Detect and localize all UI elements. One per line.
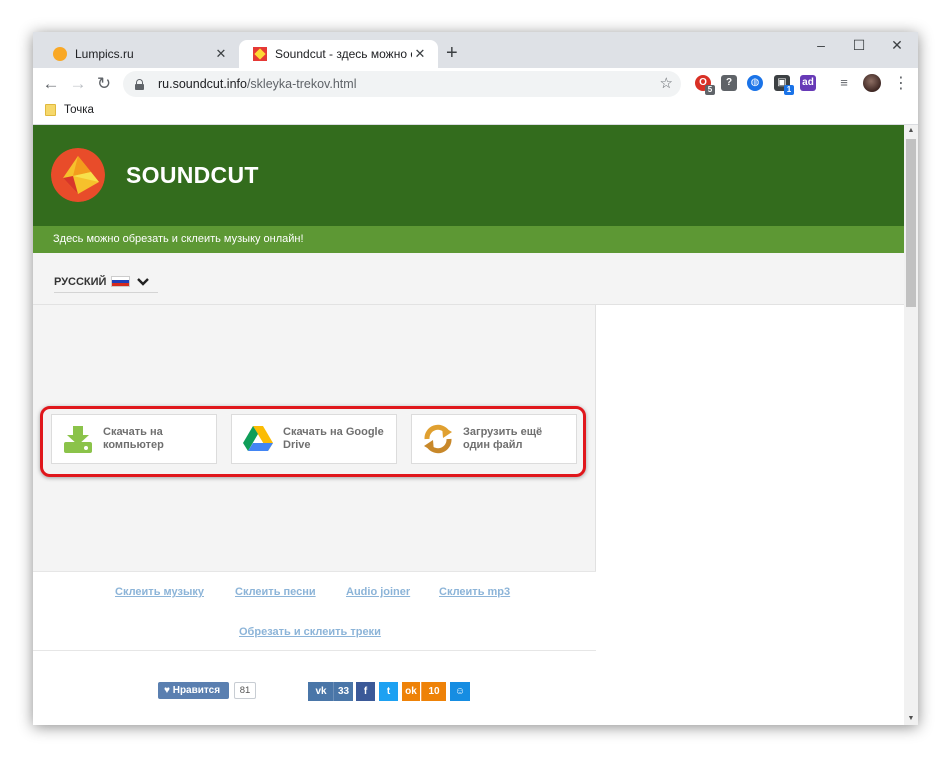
- menu-dots-icon[interactable]: ⋮: [893, 73, 909, 93]
- download-computer-icon: [64, 426, 92, 453]
- facebook-share-icon[interactable]: f: [356, 682, 375, 701]
- avatar[interactable]: [863, 74, 881, 92]
- button-label-line2: компьютер: [103, 439, 164, 451]
- link-audio-joiner[interactable]: Audio joiner: [346, 586, 410, 598]
- browser-window: Lumpics.ru ✕ Soundcut - здесь можно обре…: [33, 32, 918, 725]
- vk-share-icon[interactable]: vk: [308, 682, 334, 701]
- scroll-thumb[interactable]: [906, 139, 916, 307]
- vk-like-button[interactable]: ♥ Нравится: [158, 682, 229, 699]
- minimize-button[interactable]: –: [802, 32, 840, 60]
- related-links: Склеить музыку Склеить песни Audio joine…: [33, 571, 596, 651]
- reload-icon[interactable]: ↻: [93, 73, 115, 95]
- tab-soundcut[interactable]: Soundcut - здесь можно обрезать ✕: [239, 40, 438, 68]
- link-glue-music[interactable]: Склеить музыку: [115, 586, 204, 598]
- social-bar: ♥ Нравится 81 vk 33 f t ok 10 ☺: [33, 651, 596, 725]
- tab-strip: Lumpics.ru ✕ Soundcut - здесь можно обре…: [33, 32, 918, 68]
- site-header: SOUNDCUT: [33, 125, 904, 226]
- chevron-down-icon: [137, 277, 150, 286]
- like-count: 81: [234, 682, 256, 699]
- close-window-button[interactable]: ✕: [878, 32, 916, 60]
- sidebar-area: [596, 305, 904, 725]
- scroll-up-arrow-icon[interactable]: ▲: [904, 125, 918, 137]
- extension-badge: 1: [784, 85, 794, 95]
- google-drive-icon: [243, 426, 273, 451]
- address-bar[interactable]: ru.soundcut.info/skleyka-trekov.html ☆: [123, 71, 681, 97]
- button-label-line2: Drive: [283, 439, 311, 451]
- globe-icon[interactable]: ◍: [747, 75, 763, 91]
- navigation-toolbar: ← → ↻ ru.soundcut.info/skleyka-trekov.ht…: [33, 68, 918, 100]
- site-name[interactable]: SOUNDCUT: [126, 162, 259, 189]
- tab-title: Lumpics.ru: [75, 47, 134, 61]
- lumpics-favicon-icon: [53, 47, 67, 61]
- extension-badge: 5: [705, 85, 715, 95]
- url-path: /skleyka-trekov.html: [246, 77, 357, 91]
- page-scrollbar[interactable]: ▲ ▼: [904, 125, 918, 725]
- lock-icon[interactable]: [135, 78, 144, 90]
- bookmark-label: Точка: [64, 104, 94, 116]
- language-label: РУССКИЙ: [54, 275, 107, 288]
- tab-lumpics[interactable]: Lumpics.ru ✕: [39, 40, 239, 68]
- bookmark-folder[interactable]: Точка: [45, 104, 94, 116]
- button-label-line1: Загрузить ещё: [463, 426, 543, 438]
- language-selector[interactable]: РУССКИЙ: [54, 273, 159, 293]
- bookmarks-bar: Точка: [33, 100, 918, 125]
- tab-title: Soundcut - здесь можно обрезать: [275, 47, 412, 61]
- folder-icon: [45, 104, 56, 116]
- bookmark-star-icon[interactable]: ☆: [660, 74, 673, 92]
- download-computer-button[interactable]: Скачать на компьютер: [51, 414, 217, 464]
- odnoklassniki-share-icon[interactable]: ok: [402, 682, 420, 701]
- tab-close-icon[interactable]: ✕: [213, 46, 229, 62]
- page-viewport: SOUNDCUT Здесь можно обрезать и склеить …: [33, 125, 918, 725]
- mymail-share-icon[interactable]: ☺: [450, 682, 470, 701]
- link-glue-mp3[interactable]: Склеить mp3: [439, 586, 510, 598]
- twitter-share-icon[interactable]: t: [379, 682, 398, 701]
- language-bar: РУССКИЙ: [33, 253, 904, 305]
- playlist-icon[interactable]: ≡: [836, 75, 852, 91]
- site-tagline: Здесь можно обрезать и склеить музыку он…: [33, 226, 904, 253]
- opera-icon[interactable]: O5: [695, 75, 715, 95]
- main-content: Скачать на компьютер Скачать на Google Dri…: [33, 305, 596, 725]
- russia-flag-icon: [111, 276, 131, 287]
- google-drive-button[interactable]: Скачать на Google Drive: [231, 414, 397, 464]
- maximize-button[interactable]: ☐: [840, 32, 878, 60]
- link-cut-and-glue[interactable]: Обрезать и склеить треки: [239, 626, 381, 638]
- vk-share-count: 33: [333, 682, 353, 701]
- back-arrow-icon[interactable]: ←: [40, 73, 62, 95]
- new-tab-button[interactable]: +: [446, 43, 458, 63]
- button-label-line1: Скачать на Google: [283, 426, 384, 438]
- ad-icon[interactable]: ad: [800, 75, 816, 91]
- link-glue-songs[interactable]: Склеить песни: [235, 586, 316, 598]
- upload-another-button[interactable]: Загрузить ещё один файл: [411, 414, 577, 464]
- button-label-line2: один файл: [463, 439, 523, 451]
- scroll-down-arrow-icon[interactable]: ▼: [904, 713, 918, 725]
- button-label-line1: Скачать на: [103, 426, 163, 438]
- soundcut-favicon-icon: [253, 47, 267, 61]
- forward-arrow-icon[interactable]: →: [67, 73, 89, 95]
- tab-close-icon[interactable]: ✕: [412, 46, 428, 62]
- reload-icon: [424, 424, 452, 454]
- url-host: ru.soundcut.info: [158, 77, 247, 91]
- ok-share-count: 10: [421, 682, 446, 701]
- soundcut-logo-icon[interactable]: [51, 148, 105, 202]
- package-icon[interactable]: ▣ 1: [774, 75, 794, 95]
- help-icon[interactable]: ?: [721, 75, 737, 91]
